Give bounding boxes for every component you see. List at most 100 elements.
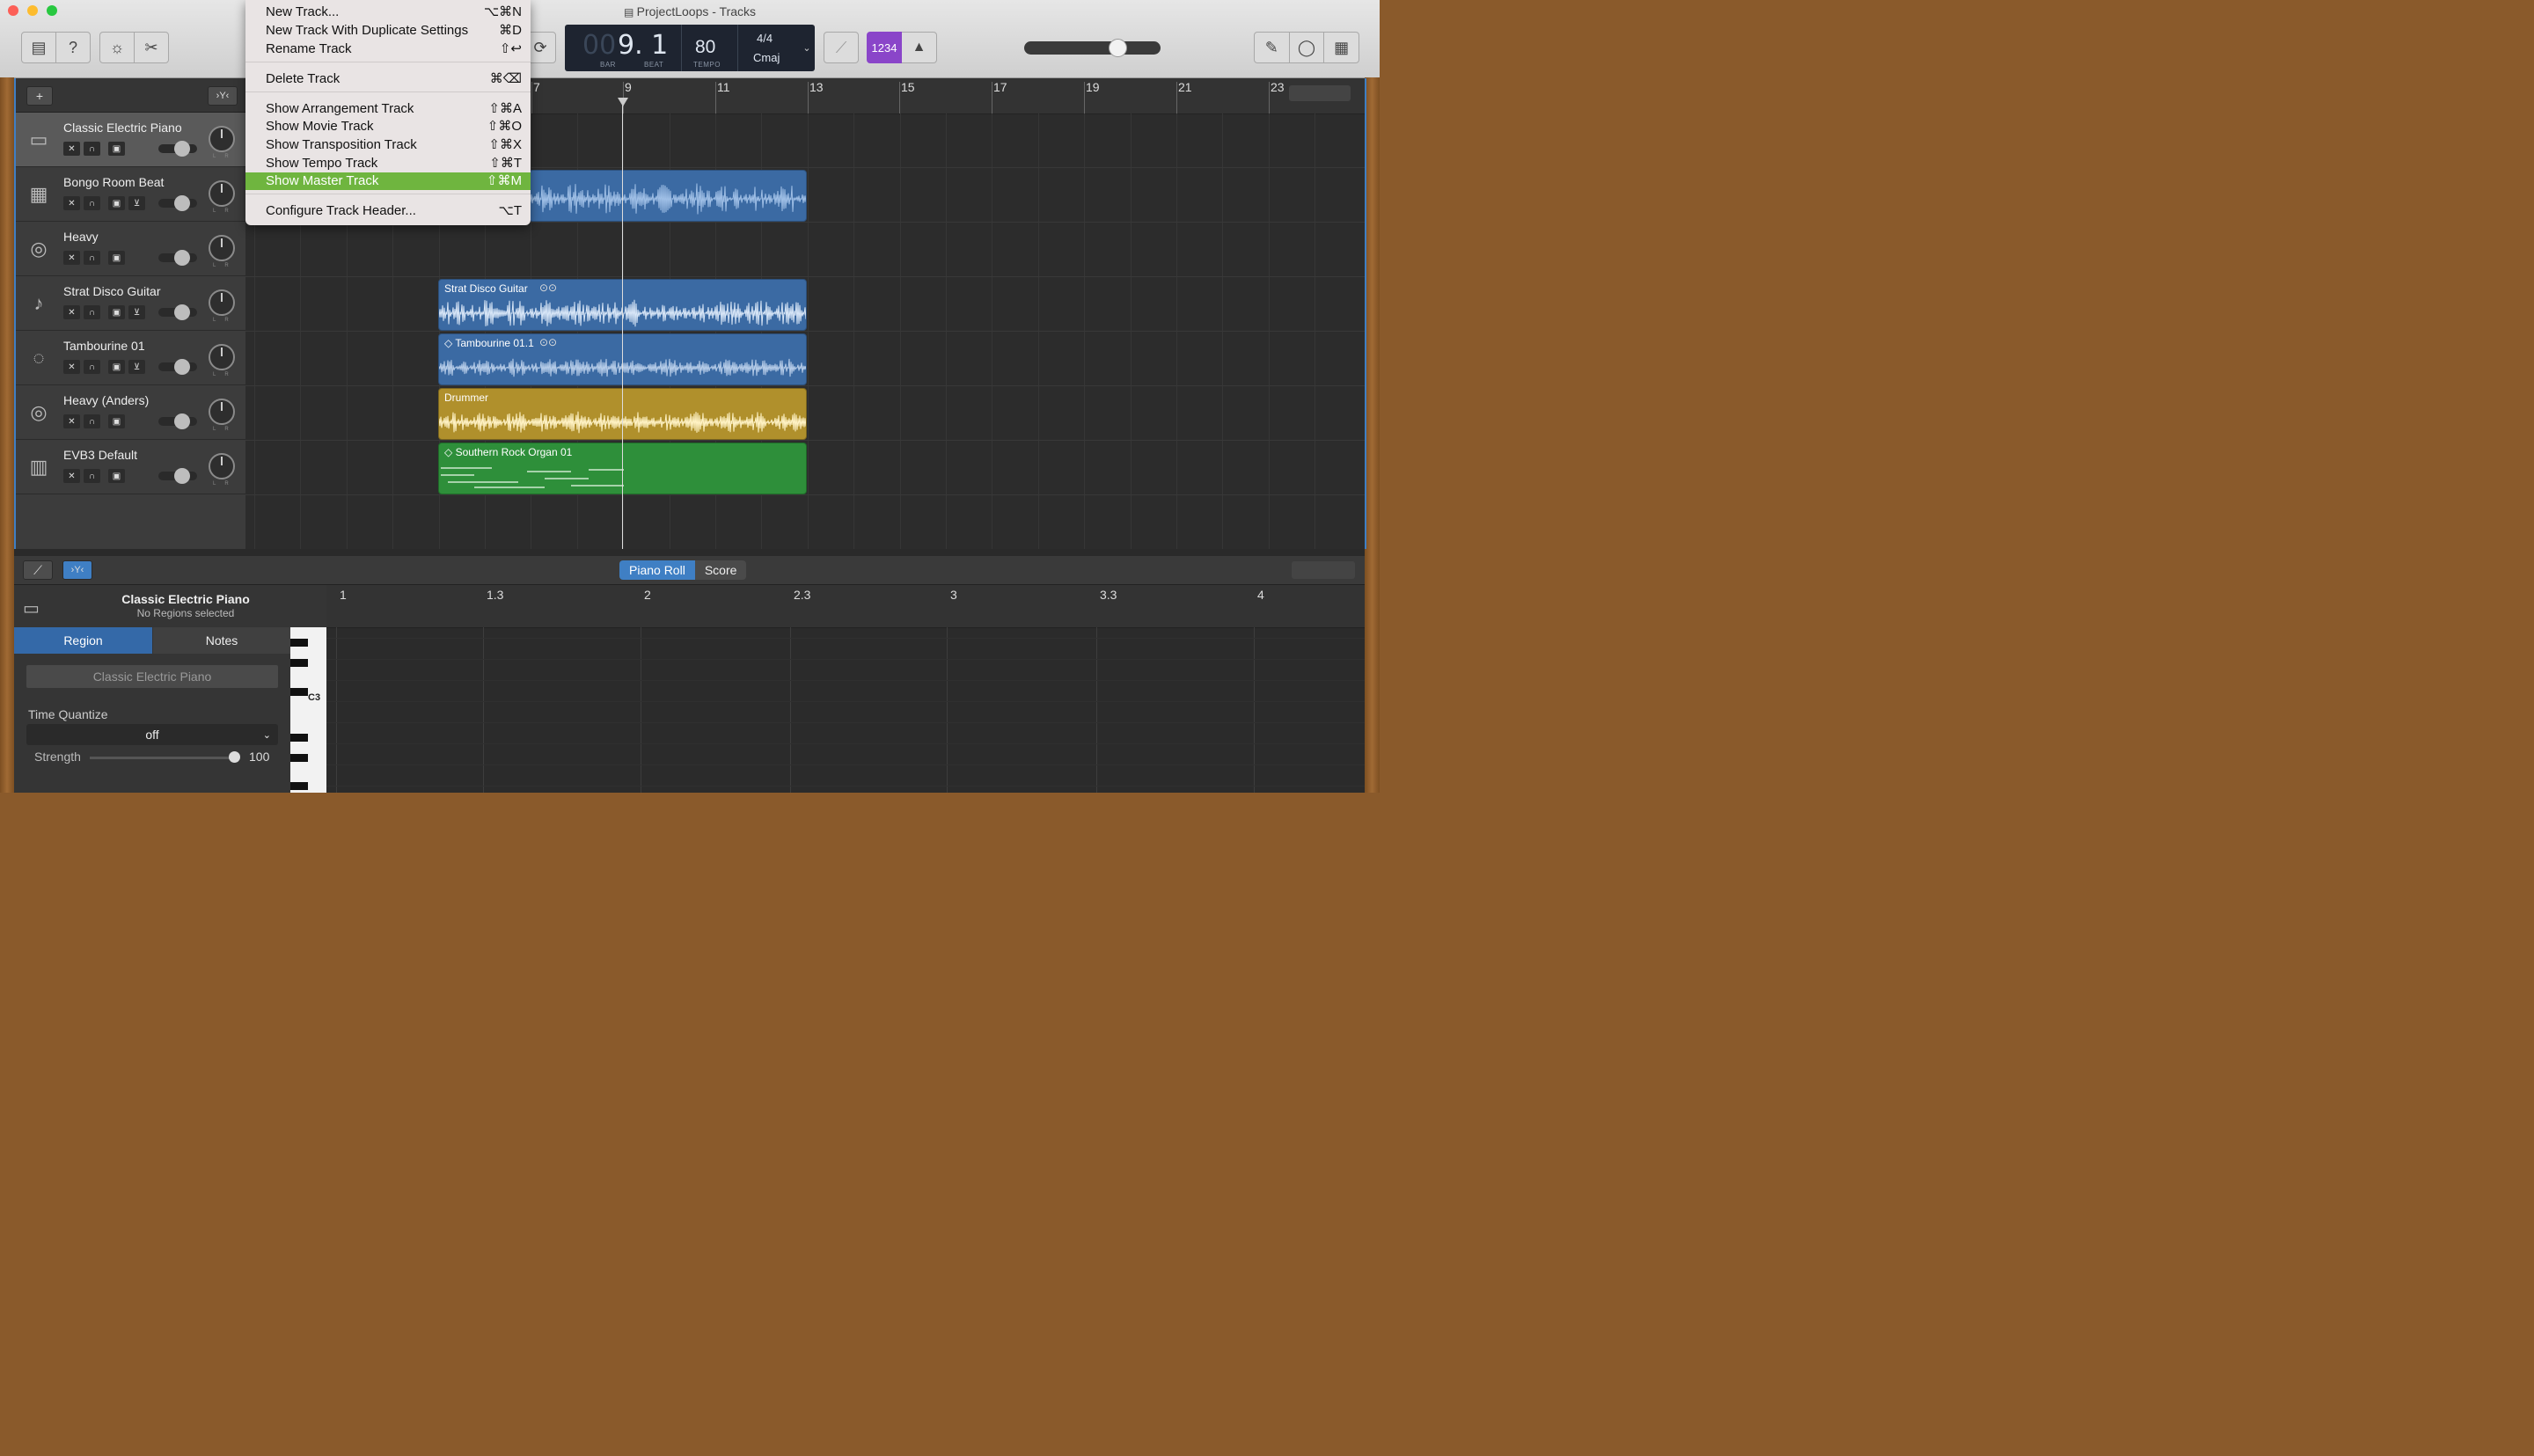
track-header[interactable]: ▥ EVB3 Default ✕ ∩ ▣ LR bbox=[16, 440, 247, 494]
track-volume-knob[interactable] bbox=[174, 304, 190, 320]
piano-roll-ruler[interactable]: 1 1.3 2 2.3 3 3.3 4 bbox=[326, 585, 1365, 628]
menu-item[interactable]: Rename Track ⇧↩ bbox=[245, 40, 531, 58]
solo-button[interactable]: ∩ bbox=[84, 469, 100, 483]
pan-knob[interactable] bbox=[209, 126, 235, 152]
pan-knob[interactable] bbox=[209, 289, 235, 316]
editor-catch-button[interactable]: ›Y‹ bbox=[62, 560, 92, 580]
piano-roll-grid-line bbox=[790, 627, 791, 793]
smart-controls-button[interactable]: ☼ bbox=[100, 33, 135, 62]
solo-button[interactable]: ∩ bbox=[84, 142, 100, 156]
tab-piano-roll[interactable]: Piano Roll bbox=[619, 560, 695, 580]
mute-button[interactable]: ✕ bbox=[63, 196, 80, 210]
tab-score[interactable]: Score bbox=[694, 560, 747, 580]
time-quantize-select[interactable]: off ⌄ bbox=[26, 724, 278, 745]
piano-roll-bar-number: 2.3 bbox=[794, 588, 811, 602]
solo-button[interactable]: ∩ bbox=[84, 414, 100, 428]
region-bongo[interactable] bbox=[529, 170, 807, 222]
notepad-button[interactable]: ✎ bbox=[1255, 33, 1290, 62]
solo-button[interactable]: ∩ bbox=[84, 360, 100, 374]
track-header[interactable]: ▭ Classic Electric Piano ✕ ∩ ▣ LR bbox=[16, 113, 247, 167]
track-volume-knob[interactable] bbox=[174, 141, 190, 157]
lock-button[interactable]: ▣ bbox=[108, 251, 125, 265]
black-key[interactable] bbox=[290, 639, 308, 647]
black-key[interactable] bbox=[290, 754, 308, 762]
lock-button[interactable]: ▣ bbox=[108, 360, 125, 374]
metronome-button[interactable]: ▲ bbox=[902, 32, 937, 63]
solo-button[interactable]: ∩ bbox=[84, 196, 100, 210]
editors-button[interactable]: ✂ bbox=[135, 33, 168, 62]
master-volume-knob[interactable] bbox=[1109, 39, 1127, 57]
playhead[interactable] bbox=[622, 99, 623, 549]
lock-button[interactable]: ▣ bbox=[108, 196, 125, 210]
region-name-field[interactable]: Classic Electric Piano bbox=[26, 665, 278, 688]
menu-item[interactable]: Show Transposition Track ⇧⌘X bbox=[245, 136, 531, 154]
black-key[interactable] bbox=[290, 734, 308, 742]
track-volume-knob[interactable] bbox=[174, 195, 190, 211]
record-enable-button[interactable]: ⊻ bbox=[128, 305, 145, 319]
catch-button[interactable]: ›Y‹ bbox=[208, 86, 238, 106]
piano-roll-row-line bbox=[326, 701, 1365, 702]
menu-item[interactable]: Configure Track Header... ⌥T bbox=[245, 202, 531, 220]
solo-button[interactable]: ∩ bbox=[84, 305, 100, 319]
tab-notes[interactable]: Notes bbox=[153, 627, 290, 654]
help-button[interactable]: ? bbox=[56, 33, 90, 62]
lcd-display[interactable]: 00 9. 1 BAR BEAT 80 TEMPO 4/4 Cmaj ⌄ bbox=[565, 25, 815, 71]
mute-button[interactable]: ✕ bbox=[63, 142, 80, 156]
pan-knob[interactable] bbox=[209, 399, 235, 425]
lock-button[interactable]: ▣ bbox=[108, 305, 125, 319]
lock-button[interactable]: ▣ bbox=[108, 142, 125, 156]
mute-button[interactable]: ✕ bbox=[63, 251, 80, 265]
menu-item[interactable]: Show Tempo Track ⇧⌘T bbox=[245, 155, 531, 172]
track-header[interactable]: ◌ Tambourine 01 ✕ ∩ ▣ ⊻ LR bbox=[16, 331, 247, 385]
master-volume-slider[interactable] bbox=[1024, 41, 1161, 55]
menu-item[interactable]: Delete Track ⌘⌫ bbox=[245, 70, 531, 88]
lock-button[interactable]: ▣ bbox=[108, 414, 125, 428]
library-button[interactable]: ▤ bbox=[22, 33, 56, 62]
solo-button[interactable]: ∩ bbox=[84, 251, 100, 265]
pan-knob[interactable] bbox=[209, 180, 235, 207]
piano-roll-grid[interactable]: 1 1.3 2 2.3 3 3.3 4 bbox=[326, 585, 1365, 793]
mute-button[interactable]: ✕ bbox=[63, 360, 80, 374]
pan-knob[interactable] bbox=[209, 235, 235, 261]
playhead-handle[interactable] bbox=[618, 98, 628, 106]
menu-item[interactable]: Show Master Track ⇧⌘M bbox=[245, 172, 531, 190]
lock-button[interactable]: ▣ bbox=[108, 469, 125, 483]
track-volume-knob[interactable] bbox=[174, 359, 190, 375]
track-volume-knob[interactable] bbox=[174, 413, 190, 429]
strength-slider[interactable] bbox=[90, 757, 238, 759]
track-header[interactable]: ▦ Bongo Room Beat ✕ ∩ ▣ ⊻ LR bbox=[16, 167, 247, 222]
zoom-slider[interactable] bbox=[1289, 85, 1351, 101]
mute-button[interactable]: ✕ bbox=[63, 414, 80, 428]
record-enable-button[interactable]: ⊻ bbox=[128, 360, 145, 374]
lock-icon: ▣ bbox=[112, 307, 121, 318]
pan-knob[interactable] bbox=[209, 344, 235, 370]
track-header[interactable]: ◎ Heavy (Anders) ✕ ∩ ▣ LR bbox=[16, 385, 247, 440]
track-volume-knob[interactable] bbox=[174, 250, 190, 266]
pan-knob[interactable] bbox=[209, 453, 235, 479]
mute-button[interactable]: ✕ bbox=[63, 305, 80, 319]
record-enable-button[interactable]: ⊻ bbox=[128, 196, 145, 210]
piano-keyboard[interactable]: C3 bbox=[290, 627, 326, 793]
track-header[interactable]: ♪ Strat Disco Guitar ✕ ∩ ▣ ⊻ LR bbox=[16, 276, 247, 331]
menu-item-label: Rename Track bbox=[266, 41, 352, 56]
black-key[interactable] bbox=[290, 659, 308, 667]
lcd-chevron-down-icon[interactable]: ⌄ bbox=[799, 25, 815, 71]
media-browser-button[interactable]: ▦ bbox=[1324, 33, 1359, 62]
menu-item[interactable]: New Track... ⌥⌘N bbox=[245, 4, 531, 21]
menu-item[interactable]: Show Movie Track ⇧⌘O bbox=[245, 118, 531, 135]
menu-item[interactable]: Show Arrangement Track ⇧⌘A bbox=[245, 100, 531, 118]
menu-item[interactable]: New Track With Duplicate Settings ⌘D bbox=[245, 22, 531, 40]
tab-region[interactable]: Region bbox=[14, 627, 152, 654]
editor-zoom-slider[interactable] bbox=[1292, 561, 1355, 579]
black-key[interactable] bbox=[290, 688, 308, 696]
mute-button[interactable]: ✕ bbox=[63, 469, 80, 483]
track-header[interactable]: ◎ Heavy ✕ ∩ ▣ LR bbox=[16, 222, 247, 276]
black-key[interactable] bbox=[290, 782, 308, 790]
add-track-button[interactable]: + bbox=[26, 86, 53, 106]
tuner-button[interactable]: ⟋ bbox=[824, 32, 859, 63]
loop-browser-button[interactable]: ◯ bbox=[1290, 33, 1325, 62]
count-in-button[interactable]: 1234 bbox=[867, 32, 902, 63]
strength-slider-knob[interactable] bbox=[229, 751, 240, 763]
track-volume-knob[interactable] bbox=[174, 468, 190, 484]
automation-button[interactable]: ⟋ bbox=[23, 560, 53, 580]
